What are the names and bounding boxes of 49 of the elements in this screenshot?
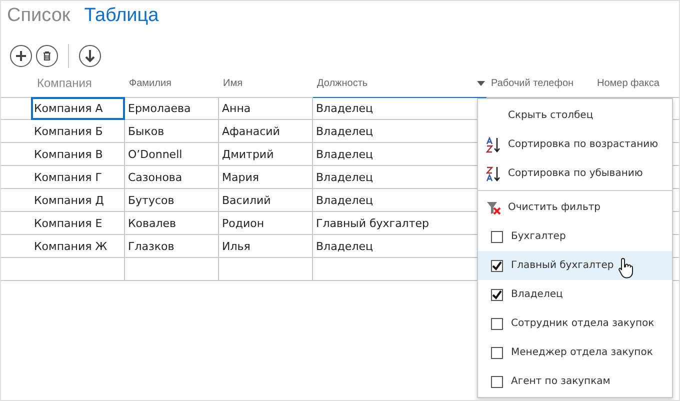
- table-cell: Компания А: [31, 97, 125, 120]
- column-header[interactable]: Должность: [313, 69, 368, 97]
- table-cell: Компания Д: [31, 189, 125, 212]
- table-cell: Афанасий: [219, 120, 313, 143]
- table-cell: Родион: [219, 212, 313, 235]
- filter-option[interactable]: Владелец: [478, 280, 672, 309]
- table-cell: Компания Г: [31, 166, 125, 189]
- checkbox[interactable]: [491, 230, 503, 242]
- view-tab[interactable]: Таблица: [84, 5, 159, 35]
- table-cell: Глазков: [125, 235, 219, 258]
- checkbox[interactable]: [491, 318, 503, 330]
- table-cell: Компания Б: [31, 120, 125, 143]
- filter-option[interactable]: Главный бухгалтер: [478, 251, 672, 280]
- table-cell: Ковалев: [125, 212, 219, 235]
- download-button[interactable]: [79, 45, 101, 67]
- table-cell: Компания В: [31, 143, 125, 166]
- checkbox[interactable]: [491, 376, 503, 388]
- view-tab[interactable]: Список: [7, 5, 70, 35]
- checkbox[interactable]: [491, 288, 503, 300]
- column-header[interactable]: Номер факса: [593, 69, 660, 97]
- column-header[interactable]: Имя: [219, 69, 242, 97]
- table-cell: Быков: [125, 120, 219, 143]
- row-header-cell[interactable]: [1, 97, 31, 120]
- trash-button[interactable]: [36, 45, 58, 67]
- sort-ascending-icon: [486, 136, 502, 152]
- table-cell: Компания Е: [31, 212, 125, 235]
- table-cell: Компания Ж: [31, 235, 125, 258]
- column-header[interactable]: Рабочий телефон: [487, 69, 574, 97]
- table-cell: Сазонова: [125, 166, 219, 189]
- filter-option[interactable]: Агент по закупкам: [478, 367, 672, 396]
- table-cell: O’Donnell: [125, 143, 219, 166]
- hand-cursor-icon: [618, 257, 634, 279]
- table-cell: Анна: [219, 97, 313, 120]
- clear-filter-icon: [486, 200, 502, 216]
- table-cell: Василий: [219, 189, 313, 212]
- dropdown-icon[interactable]: [477, 80, 485, 86]
- filter-option[interactable]: Менеджер отдела закупок: [478, 338, 672, 367]
- table-cell: Мария: [219, 166, 313, 189]
- add-button[interactable]: [10, 45, 32, 67]
- table-cell: Дмитрий: [219, 143, 313, 166]
- table-cell: Бутусов: [125, 189, 219, 212]
- sort-descending-icon: [486, 166, 502, 182]
- column-header[interactable]: Компания: [31, 69, 92, 97]
- column-header[interactable]: Фамилия: [125, 69, 172, 97]
- checkbox[interactable]: [491, 346, 503, 358]
- table-cell: Ермолаева: [125, 97, 219, 120]
- table-cell: Илья: [219, 235, 313, 258]
- checkbox[interactable]: [491, 260, 503, 272]
- filter-option[interactable]: Сотрудник отдела закупок: [478, 309, 672, 338]
